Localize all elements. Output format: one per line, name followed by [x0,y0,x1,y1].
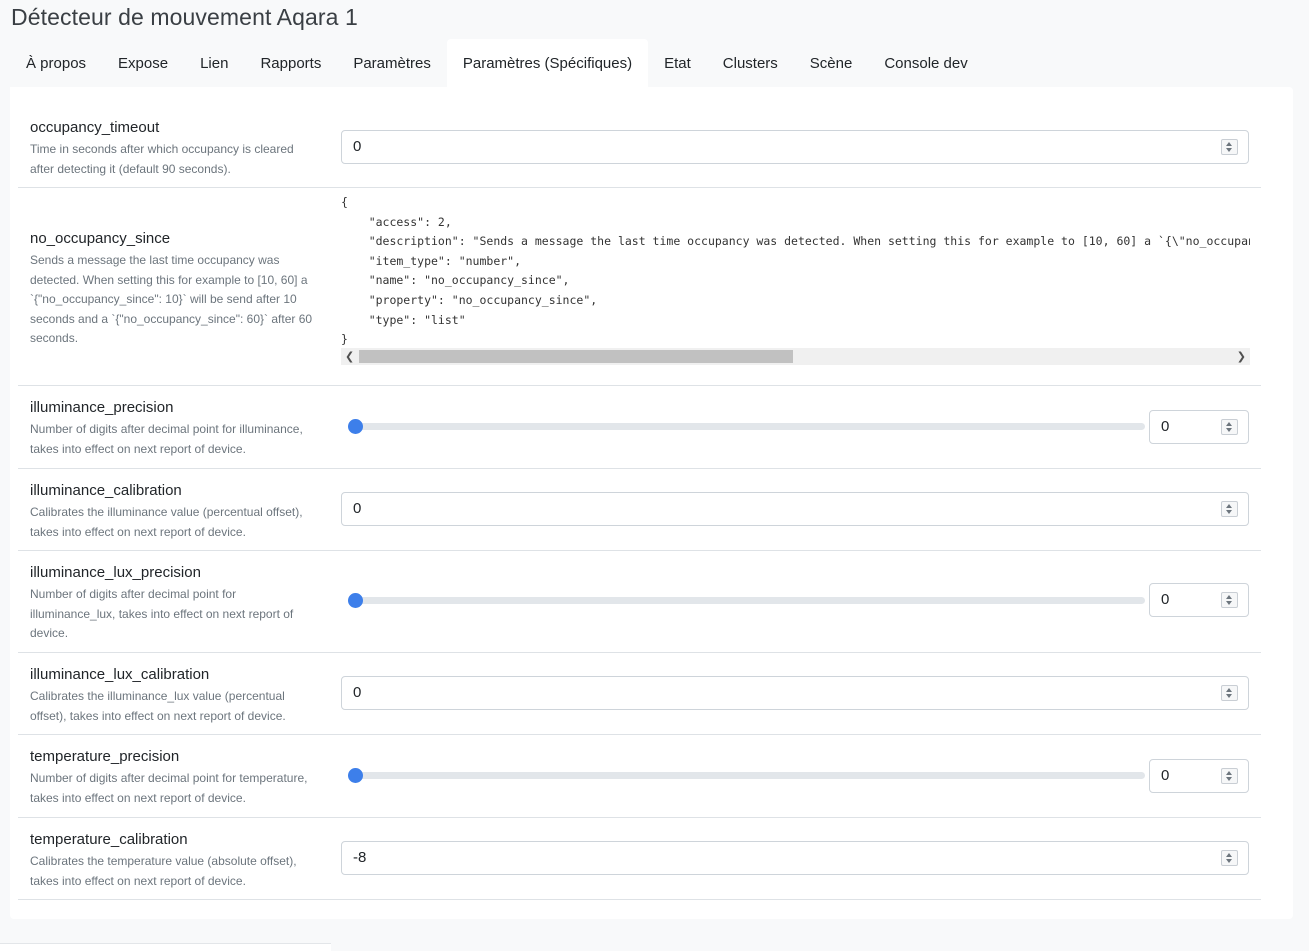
tab-settings-specific[interactable]: Paramètres (Spécifiques) [446,39,649,87]
input-value: 0 [1161,767,1170,784]
setting-row-illuminance-lux-calibration: illuminance_lux_calibration Calibrates t… [18,653,1261,735]
scrollbar-thumb[interactable] [359,350,793,363]
input-value: 0 [353,500,362,517]
spin-button-icon[interactable] [1221,592,1238,608]
illuminance-lux-precision-input[interactable]: 0 [1149,583,1249,617]
setting-label: temperature_precision Number of digits a… [30,747,320,808]
json-line: "access": 2, [341,214,452,229]
setting-description: Time in seconds after which occupancy is… [30,142,294,176]
setting-name: temperature_precision [30,748,180,765]
settings-card: occupancy_timeout Time in seconds after … [10,87,1293,919]
temperature-calibration-input[interactable]: -8 [341,841,1249,875]
json-viewer: { "access": 2, "description": "Sends a m… [341,193,1250,369]
setting-name: illuminance_lux_precision [30,564,201,581]
setting-name: temperature_calibration [30,831,188,848]
tab-dev-console[interactable]: Console dev [868,39,983,87]
setting-label: illuminance_calibration Calibrates the i… [30,481,320,542]
setting-label: no_occupancy_since Sends a message the l… [30,229,320,349]
input-value: 0 [353,138,362,155]
setting-description: Calibrates the illuminance_lux value (pe… [30,689,286,723]
setting-description: Number of digits after decimal point for… [30,587,294,640]
chevron-left-icon[interactable]: ❮ [345,351,354,362]
spin-button-icon[interactable] [1221,419,1238,435]
setting-description: Calibrates the illuminance value (percen… [30,505,303,539]
setting-row-illuminance-precision: illuminance_precision Number of digits a… [18,386,1261,469]
json-line: "item_type": "number", [341,253,522,268]
illuminance-precision-slider[interactable] [348,419,1145,434]
slider-thumb[interactable] [348,419,363,434]
json-line: "type": "list" [341,312,466,327]
setting-name: illuminance_calibration [30,482,182,499]
spin-button-icon[interactable] [1221,685,1238,701]
page-title: Détecteur de mouvement Aqara 1 [11,4,358,30]
json-line: "name": "no_occupancy_since", [341,273,570,288]
json-code: { "access": 2, "description": "Sends a m… [341,193,1250,350]
temperature-precision-slider[interactable] [348,768,1145,783]
setting-row-occupancy-timeout: occupancy_timeout Time in seconds after … [18,106,1261,188]
setting-label: illuminance_lux_precision Number of digi… [30,563,320,644]
horizontal-scrollbar[interactable]: ❮ ❯ [341,348,1250,365]
occupancy-timeout-input[interactable]: 0 [341,130,1249,164]
tab-bind[interactable]: Lien [184,39,244,87]
json-line: } [341,332,348,347]
json-line: { [341,195,348,209]
setting-label: occupancy_timeout Time in seconds after … [30,118,320,179]
illuminance-lux-precision-slider[interactable] [348,593,1145,608]
setting-row-illuminance-calibration: illuminance_calibration Calibrates the i… [18,469,1261,551]
setting-name: illuminance_precision [30,399,174,416]
spin-button-icon[interactable] [1221,501,1238,517]
setting-row-no-occupancy-since: no_occupancy_since Sends a message the l… [18,188,1261,386]
spin-button-icon[interactable] [1221,850,1238,866]
tab-reporting[interactable]: Rapports [244,39,337,87]
setting-row-temperature-precision: temperature_precision Number of digits a… [18,735,1261,818]
setting-description: Number of digits after decimal point for… [30,422,303,456]
setting-description: Number of digits after decimal point for… [30,771,308,805]
spin-button-icon[interactable] [1221,139,1238,155]
spin-button-icon[interactable] [1221,768,1238,784]
tab-state[interactable]: Etat [648,39,707,87]
input-value: 0 [1161,591,1170,608]
setting-name: illuminance_lux_calibration [30,666,210,683]
setting-label: temperature_calibration Calibrates the t… [30,830,320,891]
tab-scene[interactable]: Scène [794,39,869,87]
tab-bar: À propos Expose Lien Rapports Paramètres… [10,39,984,87]
illuminance-calibration-input[interactable]: 0 [341,492,1249,526]
setting-label: illuminance_precision Number of digits a… [30,398,320,459]
setting-row-temperature-calibration: temperature_calibration Calibrates the t… [18,818,1261,900]
slider-thumb[interactable] [348,768,363,783]
slider-thumb[interactable] [348,593,363,608]
setting-label: illuminance_lux_calibration Calibrates t… [30,665,320,726]
setting-row-illuminance-lux-precision: illuminance_lux_precision Number of digi… [18,551,1261,653]
setting-name: no_occupancy_since [30,230,171,247]
setting-description: Sends a message the last time occupancy … [30,253,313,345]
input-value: -8 [353,849,367,866]
setting-name: occupancy_timeout [30,119,160,136]
json-line: "property": "no_occupancy_since", [341,292,598,307]
setting-description: Calibrates the temperature value (absolu… [30,854,297,888]
tab-about[interactable]: À propos [10,39,102,87]
tab-settings[interactable]: Paramètres [337,39,447,87]
temperature-precision-input[interactable]: 0 [1149,759,1249,793]
input-value: 0 [353,684,362,701]
tab-expose[interactable]: Expose [102,39,184,87]
tab-clusters[interactable]: Clusters [707,39,794,87]
input-value: 0 [1161,418,1170,435]
illuminance-lux-calibration-input[interactable]: 0 [341,676,1249,710]
json-line: "description": "Sends a message the last… [368,234,1250,249]
illuminance-precision-input[interactable]: 0 [1149,410,1249,444]
chevron-right-icon[interactable]: ❯ [1237,351,1246,362]
